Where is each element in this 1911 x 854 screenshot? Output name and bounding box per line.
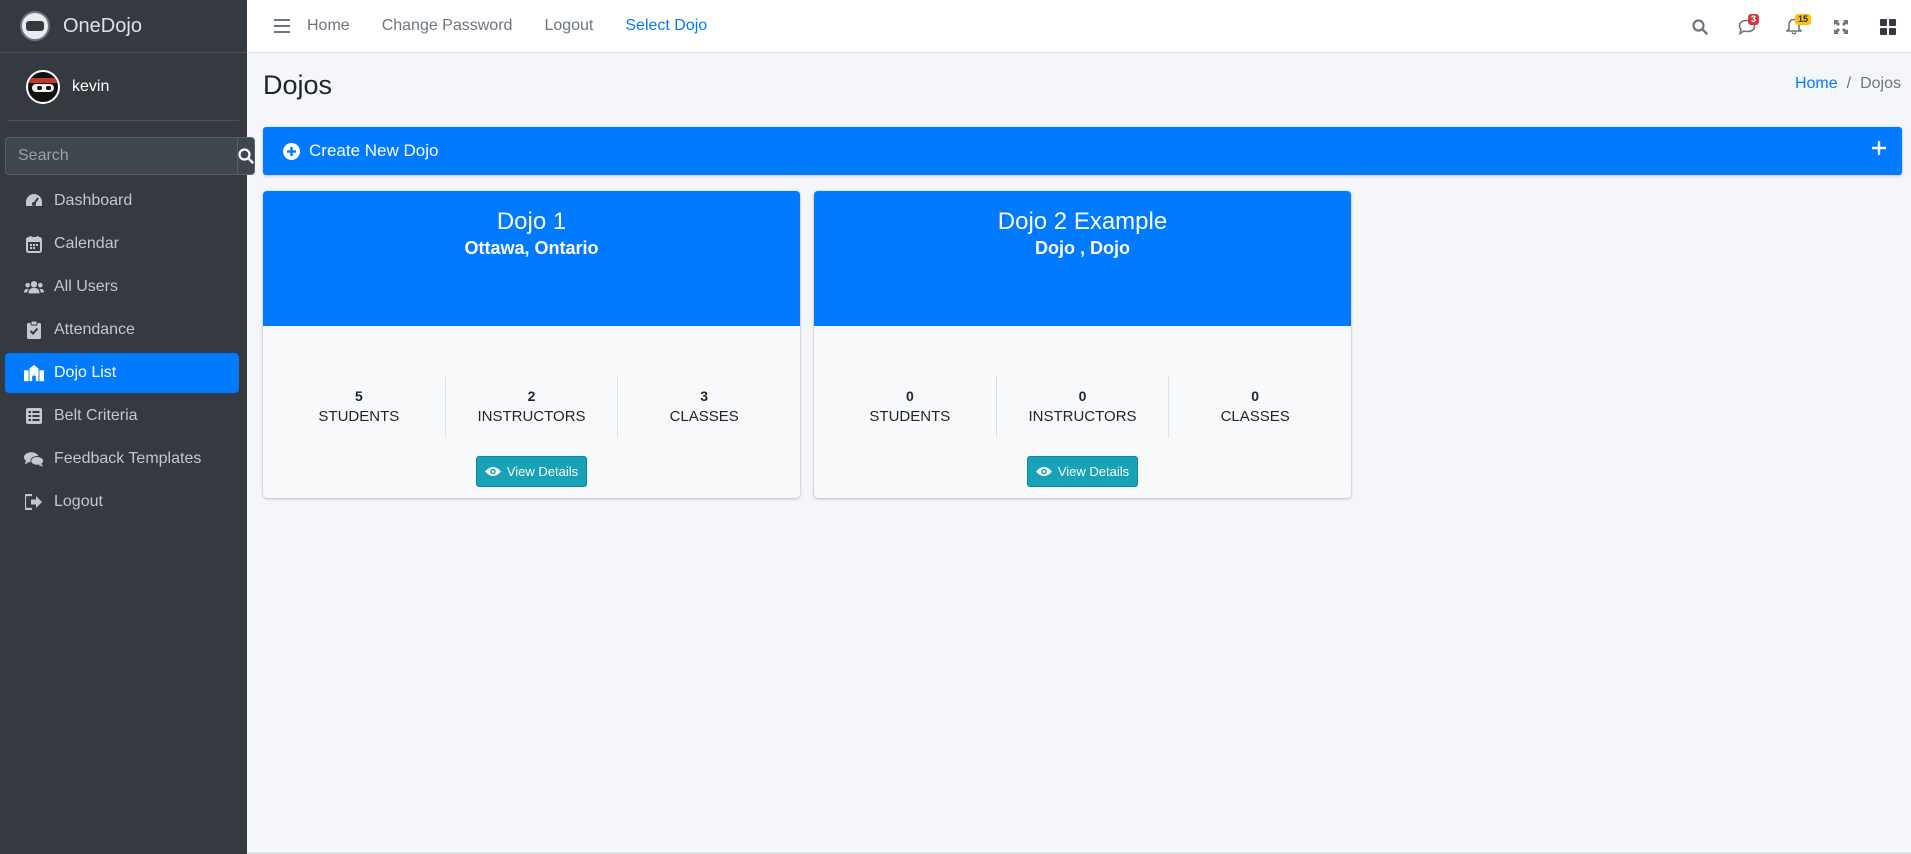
sidebar-item-label: Logout [54,493,103,510]
clipboard-check-icon [24,320,44,340]
create-new-dojo-label: Create New Dojo [309,141,439,160]
dojo-card: Dojo 1 Ottawa, Ontario 5 STUDENTS 2 INST… [263,191,800,498]
notifications-button[interactable]: 15 [1770,0,1817,53]
expand-plus-button[interactable] [1872,141,1886,160]
stat-value: 0 [1078,388,1087,404]
stat-label: INSTRUCTORS [477,408,586,425]
page-title: Dojos [263,70,333,100]
menu-toggle-button[interactable] [259,0,305,53]
create-new-dojo-bar[interactable]: Create New Dojo [263,127,1902,175]
dojo-stats: 0 STUDENTS 0 INSTRUCTORS 0 CLASSES [814,376,1351,438]
breadcrumb: Home / Dojos [1795,75,1901,93]
stat-classes: 3 CLASSES [617,376,790,438]
stat-value: 0 [905,388,914,404]
view-details-button[interactable]: View Details [1027,456,1138,487]
sidebar-item-label: Calendar [54,235,119,252]
eye-icon [484,467,501,476]
control-sidebar-button[interactable] [1864,0,1911,53]
nav-link-home[interactable]: Home [307,17,350,35]
breadcrumb-home-link[interactable]: Home [1795,75,1838,93]
stat-value: 0 [1251,388,1260,404]
sign-out-icon [24,492,44,512]
messages-badge: 3 [1748,14,1760,25]
dojo-location: Ottawa, Ontario [464,238,599,258]
dojo-location: Dojo , Dojo [1035,238,1130,258]
sidebar-item-label: Feedback Templates [54,450,202,467]
sidebar-item-logout[interactable]: Logout [5,482,239,522]
top-navbar: Home Change Password Logout Select Dojo … [247,0,1911,53]
sidebar-item-label: Dojo List [54,364,117,381]
avatar [26,69,60,104]
breadcrumb-current: Dojos [1860,75,1901,92]
breadcrumb-separator: / [1846,75,1852,92]
dojo-card-header: Dojo 1 Ottawa, Ontario [263,191,800,326]
sidebar-item-label: Dashboard [54,192,133,209]
hamburger-icon [274,19,290,33]
sidebar-item-feedback-templates[interactable]: Feedback Templates [5,439,239,479]
plus-icon [1872,141,1886,155]
notifications-badge: 15 [1795,14,1812,25]
brand-logo [20,11,50,41]
user-name[interactable]: kevin [72,78,109,96]
view-details-label: View Details [506,464,579,479]
stat-label: CLASSES [1220,408,1290,425]
list-icon [24,406,44,426]
expand-icon [1833,19,1848,34]
stat-label: INSTRUCTORS [1028,408,1137,425]
dojo-card: Dojo 2 Example Dojo , Dojo 0 STUDENTS 0 … [814,191,1351,498]
sidebar-item-all-users[interactable]: All Users [5,267,239,307]
stat-value: 5 [354,388,363,404]
nav-link-logout[interactable]: Logout [544,17,593,35]
brand-text: OneDojo [63,14,142,37]
stat-label: STUDENTS [318,408,400,425]
nav-link-change-password[interactable]: Change Password [382,17,513,35]
brand-link[interactable]: OneDojo [0,0,247,53]
navbar-search-button[interactable] [1676,0,1723,53]
fullscreen-button[interactable] [1817,0,1864,53]
eye-icon [1035,467,1052,476]
stat-instructors: 2 INSTRUCTORS [444,376,618,438]
comments-icon [24,449,44,469]
view-details-button[interactable]: View Details [476,456,587,487]
navbar-right: 3 15 [1676,0,1911,53]
dojo-name: Dojo 1 [496,208,567,235]
stat-value: 3 [700,388,709,404]
user-panel[interactable]: kevin [8,53,239,121]
dashboard-icon [24,191,44,211]
stat-students: 5 STUDENTS [273,376,445,438]
sidebar-search [5,137,255,175]
dojo-stats: 5 STUDENTS 2 INSTRUCTORS 3 CLASSES [263,376,800,438]
view-details-label: View Details [1057,464,1130,479]
stat-label: CLASSES [669,408,739,425]
sidebar-item-calendar[interactable]: Calendar [5,224,239,264]
sidebar-item-label: Attendance [54,321,135,338]
dojo-card-header: Dojo 2 Example Dojo , Dojo [814,191,1351,326]
stat-value: 2 [527,388,536,404]
calendar-icon [24,234,44,254]
stat-label: STUDENTS [869,408,951,425]
messages-button[interactable]: 3 [1723,0,1770,53]
dojo-building-icon [24,363,44,383]
sidebar-item-label: Belt Criteria [54,407,138,424]
grid-icon [1879,18,1896,35]
content-wrapper: Dojos Home / Dojos Create New Dojo Dojo … [247,53,1911,854]
sidebar: OneDojo kevin Dashboard Calendar All Use… [0,0,255,854]
sidebar-item-dashboard[interactable]: Dashboard [5,181,239,221]
stat-instructors: 0 INSTRUCTORS [995,376,1169,438]
sidebar-item-attendance[interactable]: Attendance [5,310,239,350]
sidebar-search-input[interactable] [5,137,237,175]
sidebar-item-belt-criteria[interactable]: Belt Criteria [5,396,239,436]
sidebar-item-dojo-list[interactable]: Dojo List [5,353,239,393]
plus-circle-icon [283,142,300,160]
sidebar-nav: Dashboard Calendar All Users Attendance … [5,181,239,522]
dojo-name: Dojo 2 Example [997,208,1168,235]
users-icon [24,277,44,297]
stat-students: 0 STUDENTS [824,376,996,438]
sidebar-item-label: All Users [54,278,119,295]
stat-classes: 0 CLASSES [1168,376,1341,438]
nav-link-select-dojo[interactable]: Select Dojo [625,17,707,35]
search-icon [1691,18,1708,35]
